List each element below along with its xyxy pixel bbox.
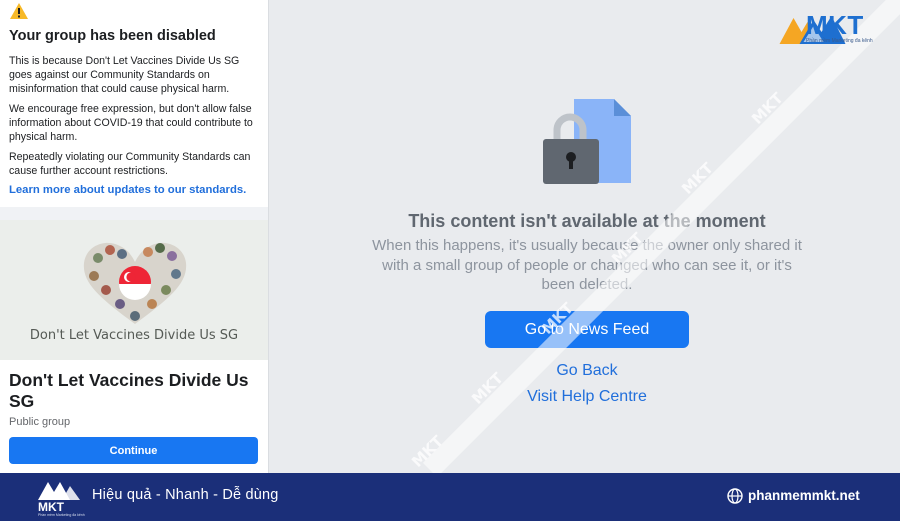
go-back-link[interactable]: Go Back bbox=[269, 362, 900, 380]
notice-title: Your group has been disabled bbox=[9, 28, 216, 44]
heart-illustration bbox=[83, 242, 187, 324]
group-type: Public group bbox=[9, 416, 71, 428]
warning-icon bbox=[10, 3, 28, 19]
footer-tagline: Hiệu quả - Nhanh - Dễ dùng bbox=[92, 487, 279, 503]
footer-banner: MKT Phần mềm Marketing đa kênh Hiệu quả … bbox=[0, 473, 900, 521]
visit-help-centre-link[interactable]: Visit Help Centre bbox=[269, 388, 900, 406]
notice-paragraph-2: We encourage free expression, but don't … bbox=[9, 103, 253, 143]
group-disabled-notice: Your group has been disabled This is bec… bbox=[0, 0, 268, 207]
notice-paragraph-3: Repeatedly violating our Community Stand… bbox=[9, 151, 251, 177]
footer-logo-text: MKT bbox=[38, 500, 64, 514]
left-panel: Your group has been disabled This is bec… bbox=[0, 0, 269, 473]
brand-subtitle: Phần mềm Marketing đa kênh bbox=[806, 38, 873, 44]
cover-caption: Don't Let Vaccines Divide Us SG bbox=[29, 328, 239, 343]
group-info: Don't Let Vaccines Divide Us SG Public g… bbox=[0, 360, 268, 473]
lock-document-illustration bbox=[543, 99, 631, 184]
learn-more-link[interactable]: Learn more about updates to our standard… bbox=[9, 184, 258, 196]
unavailable-title: This content isn't available at the mome… bbox=[408, 211, 766, 231]
group-name: Don't Let Vaccines Divide Us SG bbox=[9, 370, 249, 411]
globe-icon bbox=[727, 488, 743, 504]
group-cover-image: Don't Let Vaccines Divide Us SG bbox=[0, 220, 268, 360]
notice-paragraph-1: This is because Don't Let Vaccines Divid… bbox=[9, 55, 240, 95]
brand-name: MKT bbox=[806, 10, 864, 40]
unavailable-description: When this happens, it's usually because … bbox=[372, 237, 802, 293]
footer-logo-icon bbox=[38, 482, 80, 500]
continue-button[interactable]: Continue bbox=[9, 437, 258, 464]
go-to-news-feed-button[interactable]: Go to News Feed bbox=[485, 311, 689, 348]
footer-website[interactable]: phanmemmkt.net bbox=[748, 488, 860, 503]
footer-logo-subtitle: Phần mềm Marketing đa kênh bbox=[38, 513, 85, 517]
main-content: This content isn't available at the mome… bbox=[269, 0, 900, 473]
